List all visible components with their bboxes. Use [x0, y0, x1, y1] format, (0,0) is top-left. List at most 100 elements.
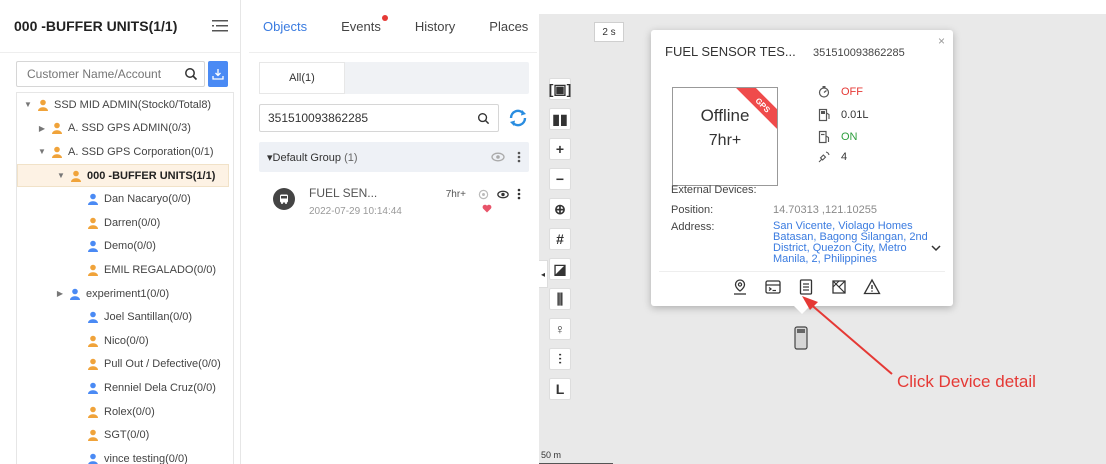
tree-item[interactable]: ▼ SSD MID ADMIN(Stock0/Total8): [17, 93, 233, 117]
device-list-item[interactable]: FUEL SEN... 2022-07-29 10:14:44 7hr+: [273, 186, 529, 218]
tab-events[interactable]: Events: [341, 14, 388, 34]
tab-events-label: Events: [341, 18, 381, 34]
layers-icon[interactable]: ▮▮: [549, 108, 571, 130]
address-value[interactable]: San Vicente, Violago Homes Batasan, Bago…: [773, 221, 933, 265]
tree-item[interactable]: Renniel Dela Cruz(0/0): [17, 376, 233, 400]
poi-icon[interactable]: ♀: [549, 318, 571, 340]
tab-objects[interactable]: Objects: [263, 19, 307, 34]
road-icon[interactable]: ⫶: [549, 348, 571, 370]
tree-item[interactable]: SGT(0/0): [17, 423, 233, 447]
object-search-input[interactable]: 351510093862285: [259, 104, 499, 132]
eye-icon[interactable]: [497, 190, 509, 199]
engine-value: OFF: [841, 86, 863, 98]
tree-item[interactable]: vince testing(0/0): [17, 447, 233, 464]
tree-item-label: Rolex(0/0): [104, 405, 155, 418]
tree-item[interactable]: ▼ A. SSD GPS Corporation(0/1): [17, 140, 233, 164]
address-label: Address:: [671, 221, 715, 233]
refresh-interval-badge[interactable]: 2 s: [594, 22, 624, 42]
tree-item[interactable]: Nico(0/0): [17, 329, 233, 353]
satellite-icon: [818, 151, 830, 163]
user-icon: [88, 359, 98, 371]
eye-icon[interactable]: [491, 152, 505, 162]
device-detail-icon[interactable]: [797, 278, 815, 296]
status-box: GPS Offline 7hr+: [672, 87, 778, 186]
location-icon[interactable]: [478, 189, 489, 200]
tree-item-label: SGT(0/0): [104, 429, 150, 442]
caret-right-icon[interactable]: ▶: [55, 289, 65, 298]
device-time: 2022-07-29 10:14:44: [309, 206, 402, 217]
tree-item-label: Pull Out / Defective(0/0): [104, 358, 221, 371]
user-icon: [88, 335, 98, 347]
subtab-bar: All(1): [259, 62, 529, 94]
tree-item[interactable]: EMIL REGALADO(0/0): [17, 258, 233, 282]
tree-item[interactable]: ▼ 000 -BUFFER UNITS(1/1): [17, 163, 229, 188]
download-button[interactable]: [208, 61, 228, 87]
chevron-down-icon[interactable]: [930, 242, 942, 254]
tree-item[interactable]: Demo(0/0): [17, 235, 233, 259]
fullscreen-icon[interactable]: [▣]: [549, 78, 571, 100]
satellite-value: 4: [841, 151, 848, 163]
zoom-out-icon[interactable]: −: [549, 168, 571, 190]
geofence-icon[interactable]: [830, 278, 848, 296]
account-header: 000 -BUFFER UNITS(1/1): [0, 0, 240, 53]
tab-places[interactable]: Places: [489, 19, 528, 34]
subtab-all[interactable]: All(1): [259, 62, 345, 94]
traffic-icon[interactable]: ⊕: [549, 198, 571, 220]
zoom-in-icon[interactable]: +: [549, 138, 571, 160]
caret-right-icon[interactable]: ▶: [37, 124, 47, 133]
tree-item[interactable]: ▶ experiment1(0/0): [17, 282, 233, 306]
refresh-icon[interactable]: [507, 107, 529, 129]
tree-item[interactable]: Dan Nacaryo(0/0): [17, 187, 233, 211]
account-tree: ▼ SSD MID ADMIN(Stock0/Total8) ▶ A. SSD GPS…: [16, 92, 234, 464]
user-icon: [88, 241, 98, 253]
more-icon[interactable]: [517, 151, 521, 163]
more-icon[interactable]: [517, 188, 521, 200]
measure-icon[interactable]: ◪: [549, 258, 571, 280]
tree-item[interactable]: Joel Santillan(0/0): [17, 305, 233, 329]
search-icon[interactable]: [184, 67, 198, 81]
tree-item-label: experiment1(0/0): [86, 287, 170, 300]
tree-item[interactable]: ▶ A. SSD GPS ADMIN(0/3): [17, 117, 233, 141]
tree-item[interactable]: Rolex(0/0): [17, 400, 233, 424]
tab-history[interactable]: History: [415, 19, 455, 34]
search-icon[interactable]: [477, 112, 490, 125]
close-icon[interactable]: ×: [938, 34, 945, 48]
user-icon: [88, 382, 98, 394]
user-icon: [88, 264, 98, 276]
popup-imei: 351510093862285: [813, 47, 905, 59]
tree-item[interactable]: Darren(0/0): [17, 211, 233, 235]
user-icon: [88, 217, 98, 229]
user-icon: [88, 429, 98, 442]
tree-item[interactable]: Pull Out / Defective(0/0): [17, 353, 233, 377]
user-icon: [70, 288, 80, 300]
caret-down-icon[interactable]: ▼: [23, 100, 33, 109]
customer-search-input[interactable]: [25, 66, 184, 82]
popup-title: FUEL SENSOR TES...: [665, 44, 796, 59]
location-pin-icon[interactable]: [731, 278, 749, 296]
object-search-row: 351510093862285: [259, 104, 529, 132]
street-view-icon[interactable]: ⫼: [549, 288, 571, 310]
grid-icon[interactable]: #: [549, 228, 571, 250]
user-icon: [52, 123, 62, 135]
tree-item-label: Dan Nacaryo(0/0): [104, 193, 191, 206]
device-name: FUEL SEN...: [309, 186, 378, 200]
group-count: (1): [344, 151, 358, 164]
panel-tabs: Objects Events History Places: [249, 0, 537, 53]
command-icon[interactable]: [764, 278, 782, 296]
caret-down-icon[interactable]: ▼: [37, 147, 47, 156]
fuel-icon: [818, 108, 830, 122]
vehicle-marker-icon[interactable]: [793, 326, 809, 350]
list-icon[interactable]: [212, 20, 228, 32]
collapse-panel-button[interactable]: ◂: [539, 260, 548, 288]
caret-down-icon[interactable]: ▼: [56, 171, 66, 180]
external-devices-label: External Devices:: [671, 184, 757, 196]
group-row[interactable]: ▾Default Group (1): [259, 142, 529, 172]
tree-item-label: vince testing(0/0): [104, 452, 188, 464]
alert-icon[interactable]: [863, 278, 881, 296]
ruler-icon[interactable]: L: [549, 378, 571, 400]
status-age: 7hr+: [708, 132, 742, 149]
satellite-stat: 4: [817, 150, 847, 164]
heart-icon[interactable]: [482, 204, 492, 213]
fuel-pump-stat: ON: [817, 130, 858, 144]
tree-item-label: Darren(0/0): [104, 216, 161, 229]
